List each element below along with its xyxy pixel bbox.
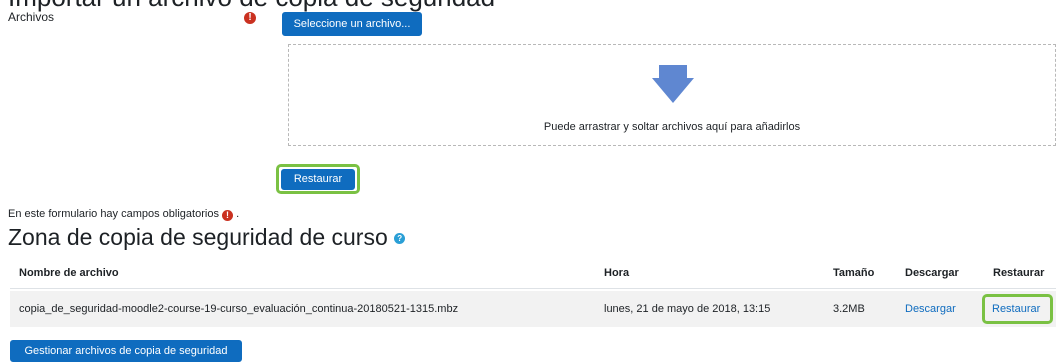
backup-time: lunes, 21 de mayo de 2018, 13:15	[604, 303, 771, 315]
column-header-filename: Nombre de archivo	[19, 267, 119, 279]
backup-area-title: Zona de copia de seguridad de curso ?	[8, 224, 406, 251]
restore-button[interactable]: Restaurar	[281, 169, 355, 190]
choose-file-button[interactable]: Seleccione un archivo...	[282, 12, 422, 36]
column-header-time: Hora	[604, 267, 630, 279]
required-note-text: En este formulario hay campos obligatori…	[8, 208, 219, 220]
column-header-download: Descargar	[905, 267, 959, 279]
backup-area-title-text: Zona de copia de seguridad de curso	[8, 224, 388, 250]
backup-filename: copia_de_seguridad-moodle2-course-19-cur…	[19, 303, 459, 315]
table-row: copia_de_seguridad-moodle2-course-19-cur…	[10, 291, 1056, 327]
exclamation-circle-icon: !	[222, 210, 234, 221]
exclamation-circle-icon: !	[244, 12, 256, 24]
download-link[interactable]: Descargar	[905, 303, 956, 315]
question-circle-icon[interactable]: ?	[394, 233, 406, 245]
dropzone-text: Puede arrastrar y soltar archivos aquí p…	[543, 121, 801, 133]
backup-size: 3.2MB	[833, 303, 865, 315]
down-arrow-icon	[652, 65, 694, 103]
manage-backups-button[interactable]: Gestionar archivos de copia de seguridad	[10, 340, 242, 362]
table-header: Nombre de archivo Hora Tamaño Descargar …	[10, 258, 1056, 289]
required-fields-note: En este formulario hay campos obligatori…	[8, 208, 239, 221]
column-header-size: Tamaño	[833, 267, 875, 279]
files-label: Archivos	[8, 10, 55, 24]
column-header-restore: Restaurar	[993, 267, 1045, 279]
required-note-suffix: .	[236, 208, 240, 220]
restore-link[interactable]: Restaurar	[992, 303, 1040, 315]
file-dropzone[interactable]: Puede arrastrar y soltar archivos aquí p…	[288, 44, 1056, 146]
